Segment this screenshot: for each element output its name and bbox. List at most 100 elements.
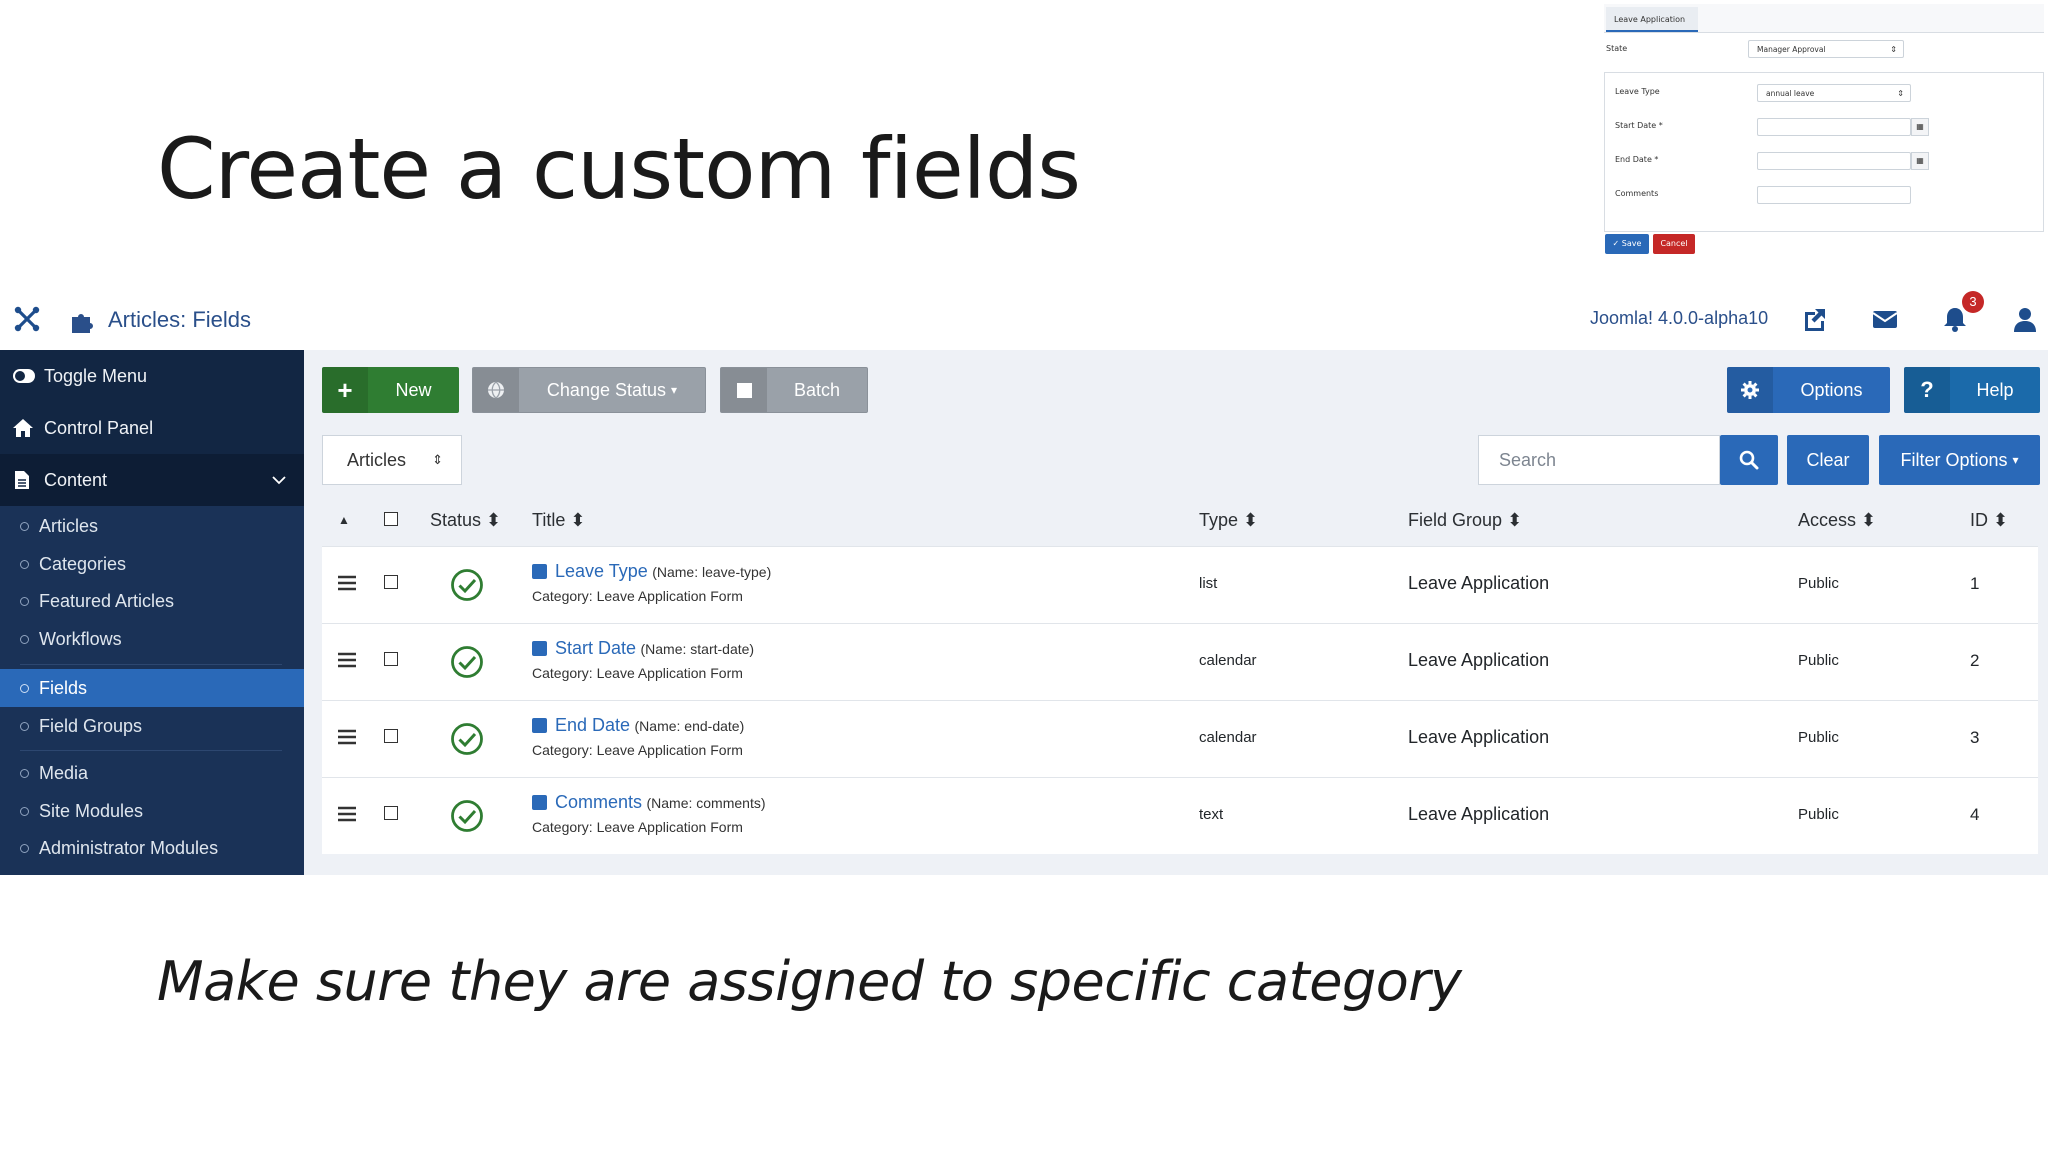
clear-button[interactable]: Clear: [1787, 435, 1869, 485]
row-checkbox[interactable]: [384, 729, 398, 743]
type-header[interactable]: Type ⬍: [1199, 510, 1258, 531]
circle-icon: [20, 806, 29, 816]
content-label: Content: [44, 469, 108, 490]
puzzle-icon: [72, 314, 93, 333]
access-header[interactable]: Access ⬍: [1798, 510, 1876, 531]
drag-handle-icon[interactable]: [338, 806, 356, 822]
document-icon: [15, 471, 29, 489]
row-checkbox[interactable]: [384, 652, 398, 666]
field-id: 3: [1970, 728, 1980, 747]
sidebar-item-categories[interactable]: Categories: [0, 546, 304, 582]
edit-icon[interactable]: [532, 564, 547, 579]
search-button[interactable]: [1720, 435, 1778, 485]
table-row[interactable]: Start Date (Name: start-date) Category: …: [322, 623, 2038, 700]
joomla-logo-icon[interactable]: [12, 304, 42, 334]
external-link-icon[interactable]: [1800, 304, 1830, 334]
sidebar-item-control-panel[interactable]: Control Panel: [0, 402, 304, 454]
table-row[interactable]: Leave Type (Name: leave-type) Category: …: [322, 546, 2038, 623]
title-header[interactable]: Title ⬍: [532, 510, 585, 531]
state-select[interactable]: Manager Approval ⇕: [1748, 40, 1904, 58]
sort-up-icon[interactable]: ▲: [338, 513, 350, 527]
slide-title: Create a custom fields: [157, 120, 1081, 218]
admin-header: Articles: Fields Joomla! 4.0.0-alpha10: [0, 288, 2048, 350]
new-button[interactable]: + New: [322, 367, 459, 413]
sidebar-item-fields[interactable]: Fields: [0, 669, 304, 707]
field-name: (Name: end-date): [634, 718, 745, 734]
options-button[interactable]: Options: [1727, 367, 1890, 413]
sidebar-item-administrator-modules[interactable]: Administrator Modules: [0, 830, 304, 866]
calendar-icon[interactable]: ▦: [1911, 152, 1929, 170]
change-status-button[interactable]: Change Status ▾: [472, 367, 706, 413]
state-value: Manager Approval: [1757, 45, 1826, 54]
start-date-input[interactable]: [1757, 118, 1911, 136]
form-fieldset: Leave Type annual leave ⇕ Start Date * ▦…: [1604, 72, 2044, 232]
field-group-header[interactable]: Field Group ⬍: [1408, 510, 1522, 531]
status-header[interactable]: Status ⬍: [430, 510, 501, 531]
start-date-label: Start Date *: [1615, 121, 1663, 130]
version-link[interactable]: Joomla! 4.0.0-alpha10: [1590, 308, 1768, 329]
sidebar-item-site-modules[interactable]: Site Modules: [0, 793, 304, 829]
batch-label: Batch: [793, 379, 841, 400]
end-date-input[interactable]: [1757, 152, 1911, 170]
drag-handle-icon[interactable]: [338, 729, 356, 745]
edit-icon[interactable]: [532, 718, 547, 733]
globe-icon: [473, 368, 519, 412]
field-name: (Name: leave-type): [652, 564, 772, 580]
sort-icon: ⬍: [1507, 510, 1523, 530]
control-panel-label: Control Panel: [44, 417, 154, 438]
table-row[interactable]: End Date (Name: end-date) Category: Leav…: [322, 700, 2038, 777]
mail-icon[interactable]: [1870, 304, 1900, 334]
select-arrows-icon: ⇕: [1890, 45, 1897, 54]
id-header[interactable]: ID ⬍: [1970, 510, 2008, 531]
field-title-link[interactable]: End Date: [555, 715, 630, 735]
filter-options-button[interactable]: Filter Options ▾: [1879, 435, 2040, 485]
plus-icon: +: [322, 367, 368, 413]
drag-handle-icon[interactable]: [338, 575, 356, 591]
gear-icon: [1727, 367, 1773, 413]
user-icon[interactable]: [2010, 304, 2040, 334]
published-check-icon[interactable]: [450, 799, 484, 833]
row-checkbox[interactable]: [384, 575, 398, 589]
question-icon: ?: [1904, 367, 1950, 413]
edit-icon[interactable]: [532, 795, 547, 810]
published-check-icon[interactable]: [450, 645, 484, 679]
select-all-checkbox[interactable]: [384, 512, 398, 526]
help-button[interactable]: ? Help: [1904, 367, 2040, 413]
end-date-label: End Date *: [1615, 155, 1659, 164]
sidebar-item-workflows[interactable]: Workflows: [0, 621, 304, 657]
context-select[interactable]: Articles ⇕: [322, 435, 462, 485]
comments-input[interactable]: [1757, 186, 1911, 204]
field-title-link[interactable]: Start Date: [555, 638, 636, 658]
sort-icon: ⬍: [1861, 510, 1877, 530]
cancel-label: Cancel: [1660, 239, 1688, 248]
search-input[interactable]: Search: [1478, 435, 1720, 485]
save-button[interactable]: ✓ Save: [1605, 234, 1649, 254]
toggle-icon: [13, 369, 35, 383]
calendar-icon[interactable]: ▦: [1911, 118, 1929, 136]
sidebar-item-articles[interactable]: Articles: [0, 508, 304, 544]
field-type: calendar: [1199, 729, 1257, 746]
field-category: Category: Leave Application Form: [532, 819, 743, 835]
tab-leave-application[interactable]: Leave Application: [1606, 7, 1698, 32]
published-check-icon[interactable]: [450, 568, 484, 602]
row-checkbox[interactable]: [384, 806, 398, 820]
toggle-menu[interactable]: Toggle Menu: [0, 350, 304, 402]
field-title-link[interactable]: Leave Type: [555, 561, 648, 581]
help-label: Help: [1976, 379, 2014, 400]
batch-button[interactable]: Batch: [720, 367, 868, 413]
sidebar: Toggle Menu Control Panel Content Articl…: [0, 350, 304, 875]
leave-type-select[interactable]: annual leave ⇕: [1757, 84, 1911, 102]
drag-handle-icon[interactable]: [338, 652, 356, 668]
sidebar-item-media[interactable]: Media: [0, 755, 304, 791]
caret-down-icon: ▾: [671, 383, 678, 397]
select-arrows-icon: ⇕: [432, 452, 443, 467]
sidebar-item-field-groups[interactable]: Field Groups: [0, 708, 304, 744]
leave-type-value: annual leave: [1766, 89, 1815, 98]
edit-icon[interactable]: [532, 641, 547, 656]
cancel-button[interactable]: Cancel: [1653, 234, 1695, 254]
sidebar-item-featured-articles[interactable]: Featured Articles: [0, 583, 304, 619]
field-title-link[interactable]: Comments: [555, 792, 642, 812]
published-check-icon[interactable]: [450, 722, 484, 756]
sidebar-item-content[interactable]: Content: [0, 454, 304, 506]
table-row[interactable]: Comments (Name: comments) Category: Leav…: [322, 777, 2038, 854]
